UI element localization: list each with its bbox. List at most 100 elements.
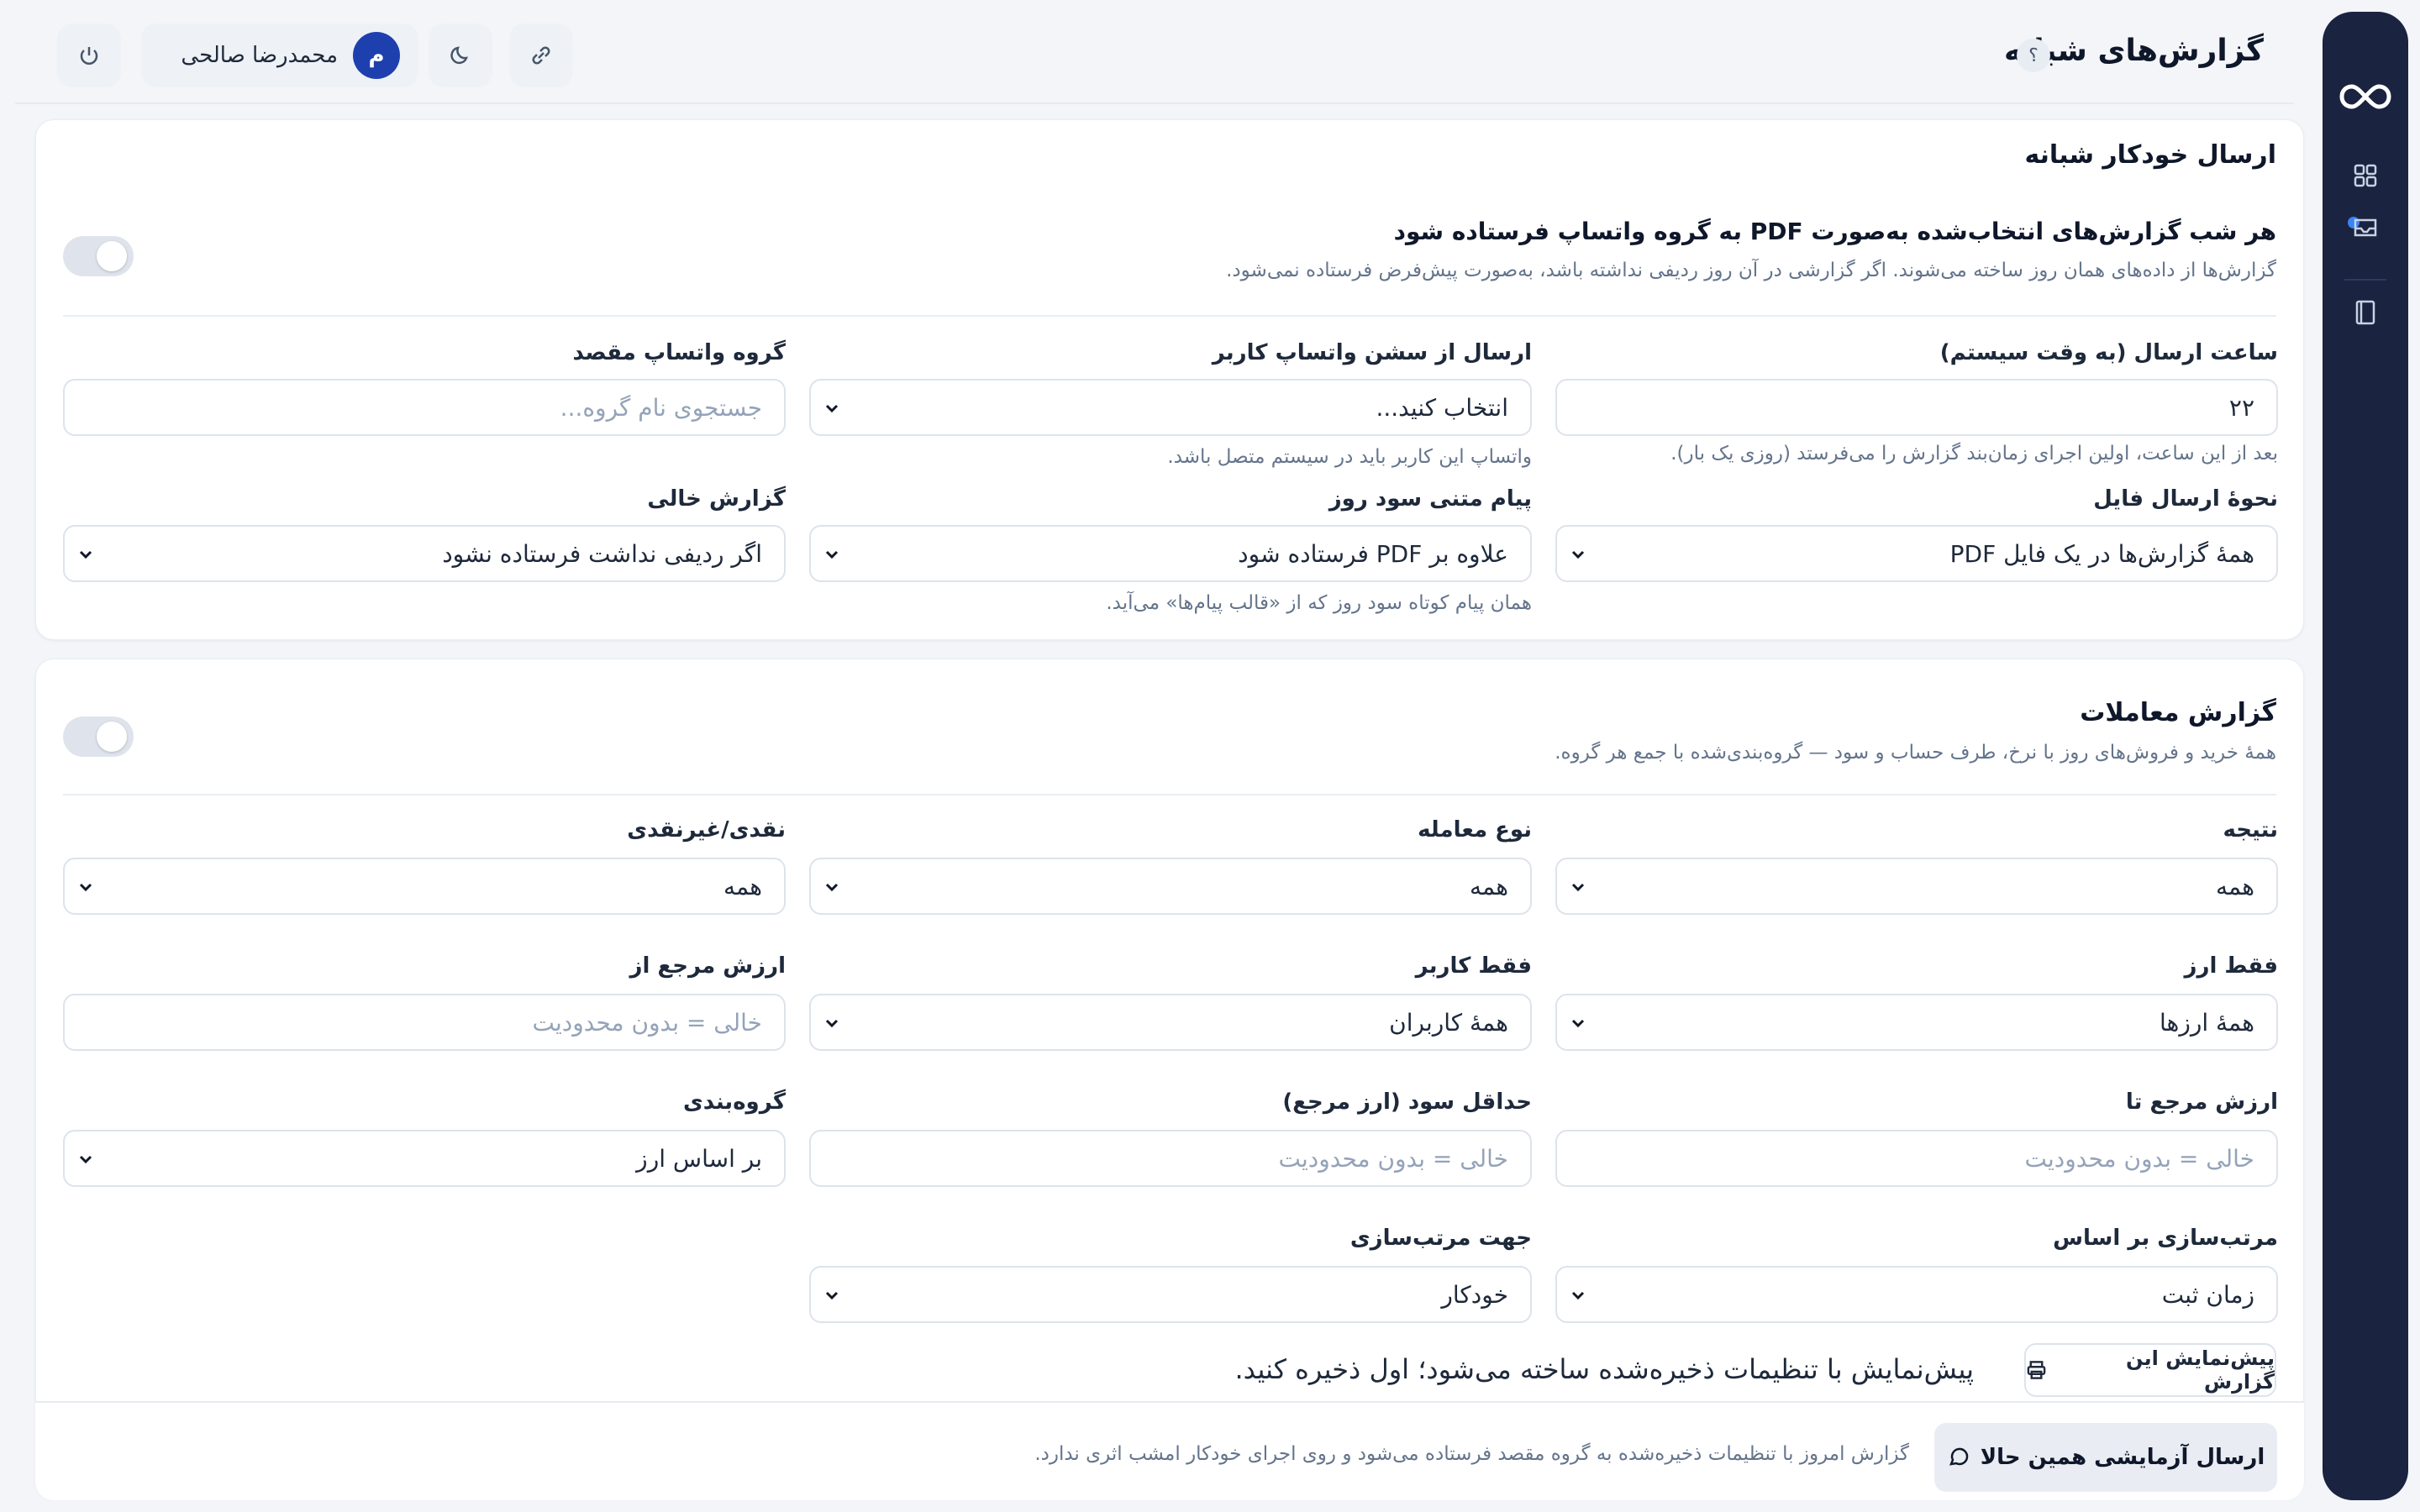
sort-dir-value: خودکار — [1441, 1280, 1508, 1309]
user-filter-label: فقط کاربر — [1415, 953, 1532, 979]
send-time-input[interactable]: ۲۲ — [1555, 379, 2278, 436]
power-icon — [80, 47, 98, 65]
preview-note: پیش‌نمایش با تنظیمات ذخیره‌شده ساخته می‌… — [1234, 1353, 1974, 1385]
grouping-select[interactable]: بر اساس ارز — [63, 1130, 786, 1187]
cash-value: همه — [723, 872, 762, 900]
send-test-label: ارسال آزمایشی همین حالا — [1980, 1445, 2265, 1470]
trades-report-card: گزارش معاملات همهٔ خرید و فروش‌های روز ب… — [35, 659, 2304, 1499]
file-mode-select[interactable]: همهٔ گزارش‌ها در یک فایل PDF — [1555, 525, 2278, 582]
infinity-logo-icon[interactable] — [2323, 82, 2408, 111]
user-name: محمدرضا صالحی — [181, 43, 338, 68]
session-label: ارسال از سشن واتساپ کاربر — [1212, 340, 1532, 365]
chevron-down-icon — [1571, 883, 1585, 892]
file-mode-label: نحوهٔ ارسال فایل — [2093, 486, 2278, 512]
sort-by-select[interactable]: زمان ثبت — [1555, 1266, 2278, 1323]
cash-select[interactable]: همه — [63, 858, 786, 915]
group-label: گروه واتساپ مقصد — [572, 340, 786, 365]
session-select-value: انتخاب کنید... — [1376, 393, 1508, 422]
chevron-down-icon — [1571, 550, 1585, 559]
sort-dir-label: جهت مرتب‌سازی — [1349, 1226, 1532, 1251]
chat-bubble-icon — [1949, 1447, 1968, 1466]
chevron-down-icon — [825, 1019, 839, 1028]
auto-send-toggle-description: گزارش‌ها از داده‌های همان روز ساخته می‌ش… — [1226, 260, 2276, 281]
user-filter-select[interactable]: همهٔ کاربران — [809, 994, 1532, 1051]
trades-description: همهٔ خرید و فروش‌های روز با نرخ، طرف حسا… — [1555, 742, 2276, 764]
text-message-value: علاوه بر PDF فرستاده شود — [1238, 539, 1508, 568]
sort-by-value: زمان ثبت — [2161, 1280, 2254, 1309]
min-profit-placeholder: خالی = بدون محدودیت — [1278, 1144, 1509, 1173]
auto-send-toggle-title: هر شب گزارش‌های انتخاب‌شده به‌صورت PDF ب… — [1393, 218, 2276, 245]
ref-from-input[interactable]: خالی = بدون محدودیت — [63, 994, 786, 1051]
empty-report-select[interactable]: اگر ردیفی نداشت فرستاده نشود — [63, 525, 786, 582]
text-message-hint: همان پیام کوتاه سود روز که از «قالب پیام… — [1106, 592, 1532, 614]
trade-type-select[interactable]: همه — [809, 858, 1532, 915]
preview-label: پیش‌نمایش این گزارش — [2126, 1347, 2275, 1394]
min-profit-label: حداقل سود (ارز مرجع) — [1282, 1089, 1532, 1115]
card-title: ارسال خودکار شبانه — [2024, 140, 2276, 170]
currency-value: همهٔ ارزها — [2160, 1008, 2254, 1037]
chevron-down-icon — [825, 404, 839, 413]
sort-dir-select[interactable]: خودکار — [809, 1266, 1532, 1323]
file-mode-value: همهٔ گزارش‌ها در یک فایل PDF — [1949, 539, 2254, 568]
chevron-down-icon — [79, 1155, 92, 1164]
link-icon — [532, 46, 550, 65]
printer-icon — [2027, 1361, 2046, 1379]
ref-to-input[interactable]: خالی = بدون محدودیت — [1555, 1130, 2278, 1187]
ref-from-placeholder: خالی = بدون محدودیت — [532, 1008, 763, 1037]
send-time-hint: بعد از این ساعت، اولین اجرای زمان‌بند گز… — [1670, 443, 2278, 465]
reports-inbox-icon[interactable] — [2323, 215, 2408, 240]
text-message-label: پیام متنی سود روز — [1328, 486, 1532, 512]
text-message-select[interactable]: علاوه بر PDF فرستاده شود — [809, 525, 1532, 582]
chevron-down-icon — [1571, 1291, 1585, 1300]
dashboard-grid-icon[interactable] — [2323, 163, 2408, 188]
chevron-down-icon — [825, 1291, 839, 1300]
user-filter-value: همهٔ کاربران — [1389, 1008, 1508, 1037]
help-icon[interactable]: ؟ — [2017, 39, 2050, 72]
empty-report-label: گزارش خالی — [647, 486, 786, 512]
result-label: نتیجه — [2223, 817, 2279, 843]
ref-to-placeholder: خالی = بدون محدودیت — [2024, 1144, 2255, 1173]
user-menu[interactable]: م محمدرضا صالحی — [141, 24, 418, 87]
preview-report-button[interactable]: پیش‌نمایش این گزارش — [2024, 1343, 2276, 1397]
min-profit-input[interactable]: خالی = بدون محدودیت — [809, 1130, 1532, 1187]
send-time-label: ساعت ارسال (به وقت سیستم) — [1939, 340, 2278, 365]
session-select[interactable]: انتخاب کنید... — [809, 379, 1532, 436]
trade-type-value: همه — [1470, 872, 1508, 900]
chevron-down-icon — [825, 550, 839, 559]
ref-from-label: ارزش مرجع از — [629, 953, 786, 979]
auto-send-toggle[interactable] — [63, 236, 134, 276]
group-search-input[interactable]: جستجوی نام گروه... — [63, 379, 786, 436]
moon-icon — [450, 46, 468, 65]
ref-to-label: ارزش مرجع تا — [2125, 1089, 2278, 1115]
theme-toggle-button[interactable] — [429, 24, 492, 87]
side-rail — [2323, 12, 2408, 1500]
trades-title: گزارش معاملات — [2080, 698, 2276, 727]
auto-send-card: ارسال خودکار شبانه هر شب گزارش‌های انتخا… — [35, 119, 2304, 640]
chevron-down-icon — [1571, 1019, 1585, 1028]
group-search-placeholder: جستجوی نام گروه... — [560, 393, 762, 422]
chevron-down-icon — [79, 550, 92, 559]
session-hint: واتساپ این کاربر باید در سیستم متصل باشد… — [1167, 446, 1532, 468]
result-select[interactable]: همه — [1555, 858, 2278, 915]
logout-button[interactable] — [57, 24, 121, 87]
chevron-down-icon — [79, 883, 92, 892]
sort-by-label: مرتب‌سازی بر اساس — [2053, 1226, 2278, 1251]
footer-bar: ارسال آزمایشی همین حالا گزارش امروز با ت… — [35, 1401, 2304, 1500]
divider — [63, 315, 2276, 317]
send-test-now-button[interactable]: ارسال آزمایشی همین حالا — [1934, 1423, 2277, 1492]
toggle-knob — [97, 241, 127, 271]
link-button[interactable] — [509, 24, 573, 87]
currency-select[interactable]: همهٔ ارزها — [1555, 994, 2278, 1051]
empty-report-value: اگر ردیفی نداشت فرستاده نشود — [442, 539, 762, 568]
footer-note: گزارش امروز با تنظیمات ذخیره‌شده به گروه… — [1034, 1443, 1909, 1465]
avatar: م — [353, 32, 400, 79]
grouping-label: گروه‌بندی — [682, 1089, 786, 1115]
book-icon[interactable] — [2323, 299, 2408, 326]
grouping-value: بر اساس ارز — [636, 1144, 762, 1173]
trades-report-toggle[interactable] — [63, 717, 134, 757]
divider — [63, 794, 2276, 795]
toggle-knob — [97, 722, 127, 752]
currency-label: فقط ارز — [2184, 953, 2278, 979]
trade-type-label: نوع معامله — [1418, 817, 1532, 843]
top-header: گزارش‌های شبانه ؟ م محمدرضا صالحی — [15, 0, 2294, 104]
